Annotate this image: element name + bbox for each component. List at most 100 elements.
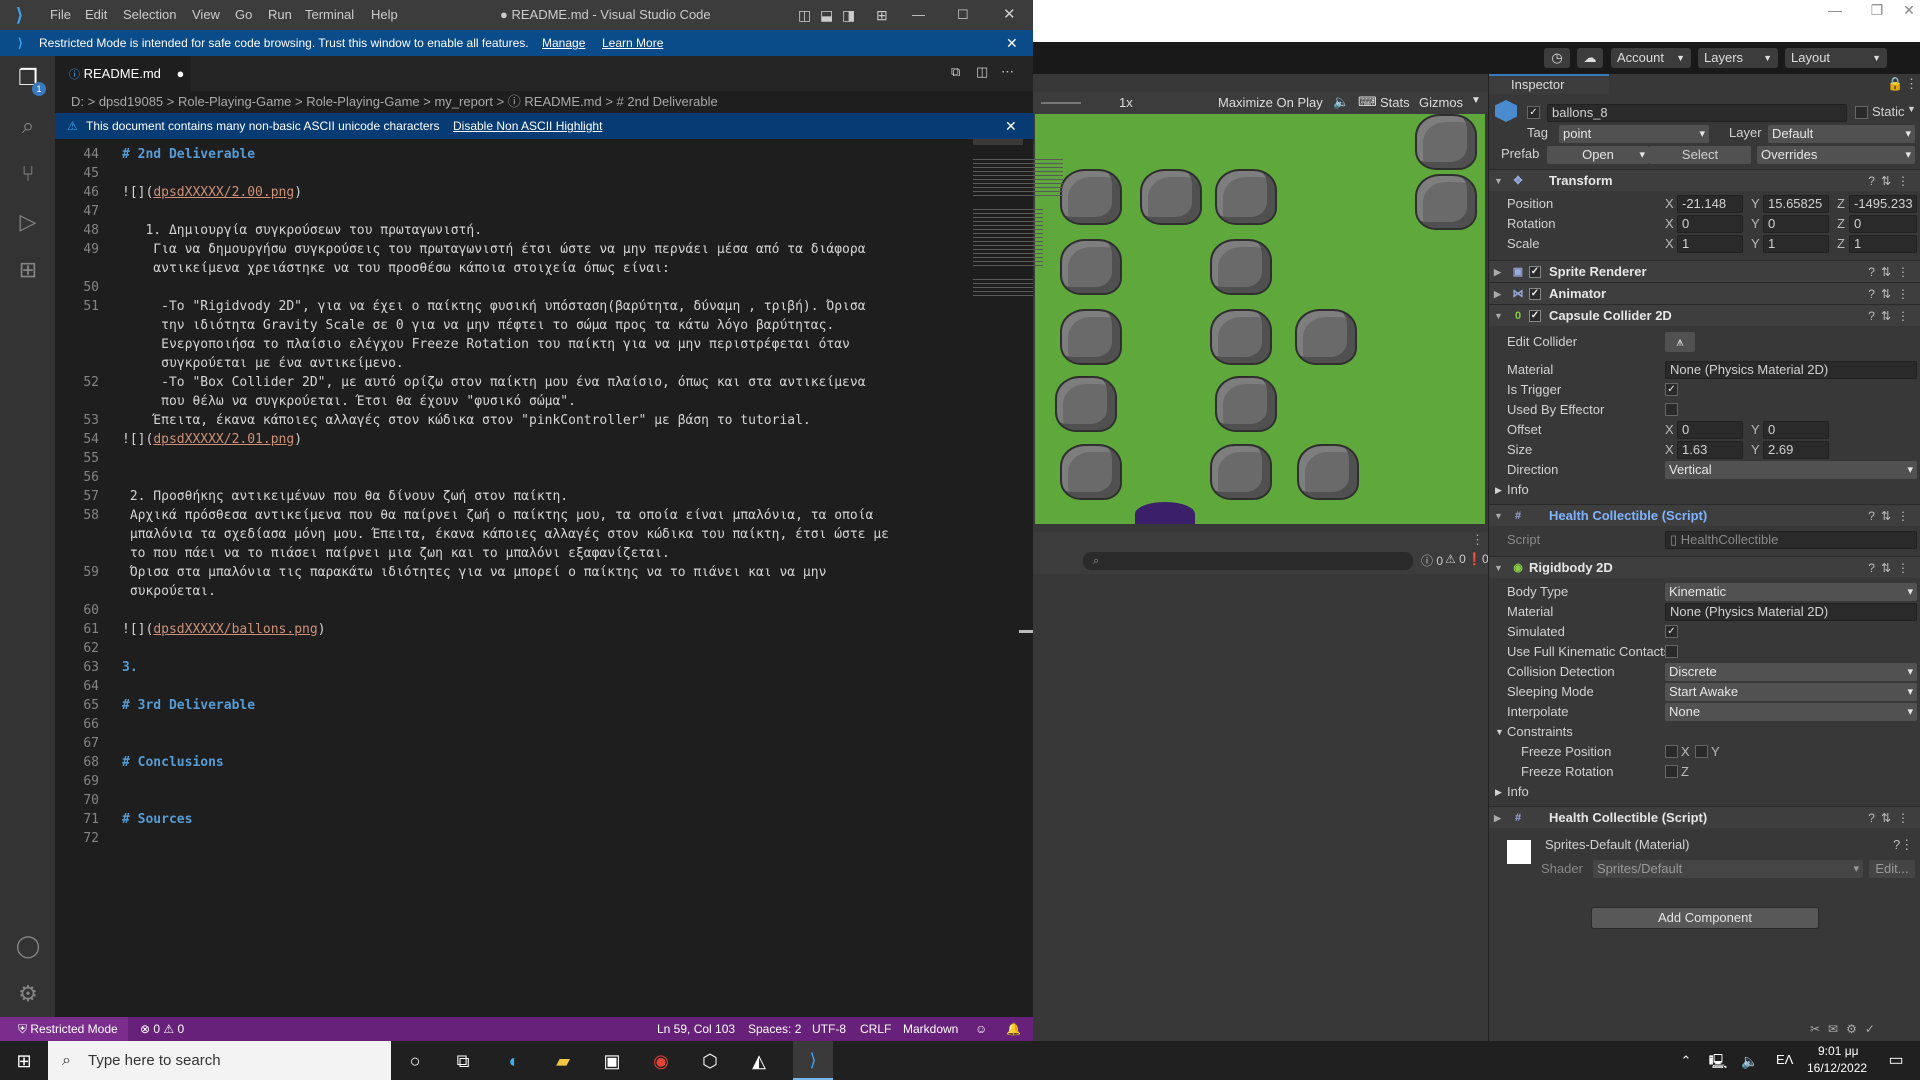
component-tools-icon[interactable]: ?⇅⋮: [1868, 557, 1915, 579]
notifications-icon[interactable]: 🔔: [1006, 1017, 1021, 1041]
info-count[interactable]: ⓘ 0: [1421, 552, 1443, 569]
stats-toggle[interactable]: Stats: [1380, 95, 1410, 110]
code-line[interactable]: -Το "Rigidvody 2D", για να έχει ο παίκτη…: [122, 299, 865, 314]
position-x-field[interactable]: -21.148: [1677, 195, 1743, 213]
toggle-secondary-sidebar-icon[interactable]: ◨: [842, 0, 855, 30]
encoding-status[interactable]: UTF-8: [812, 1017, 846, 1041]
rotation-y-field[interactable]: 0: [1763, 215, 1829, 233]
layout-dropdown[interactable]: Layout ▼: [1785, 48, 1887, 68]
split-editor-icon[interactable]: ◫: [976, 64, 988, 80]
maximize-on-play-toggle[interactable]: Maximize On Play: [1218, 95, 1323, 110]
clock-time[interactable]: 9:01 μμ: [1818, 1044, 1859, 1058]
close-icon[interactable]: ✕: [1006, 30, 1018, 56]
account-dropdown[interactable]: Account ▼: [1611, 48, 1691, 68]
scrollbar-thumb[interactable]: [1019, 630, 1033, 633]
chrome-icon[interactable]: ◉: [647, 1047, 675, 1075]
indentation-status[interactable]: Spaces: 2: [748, 1017, 801, 1041]
prefab-overrides-dropdown[interactable]: Overrides: [1757, 146, 1915, 164]
disable-highlight-link[interactable]: Disable Non ASCII Highlight: [453, 113, 602, 139]
menu-dots-icon[interactable]: ⋮: [1905, 76, 1918, 92]
customize-layout-icon[interactable]: ⊞: [876, 0, 888, 30]
shader-edit-button[interactable]: Edit...: [1869, 860, 1915, 878]
scale-y-field[interactable]: 1: [1763, 235, 1829, 253]
rotation-z-field[interactable]: 0: [1849, 215, 1917, 233]
feedback-icon[interactable]: ☺: [975, 1017, 987, 1041]
cloud-icon[interactable]: ☁: [1577, 48, 1603, 68]
size-y-field[interactable]: 2.69: [1763, 441, 1829, 459]
cursor-position-status[interactable]: Ln 59, Col 103: [657, 1017, 735, 1041]
menu-view[interactable]: View: [192, 0, 220, 30]
capsule-collider-header[interactable]: ▼ 0 ✓ Capsule Collider 2D ?⇅⋮: [1489, 304, 1920, 326]
position-y-field[interactable]: 15.65825: [1763, 195, 1829, 213]
add-component-button[interactable]: Add Component: [1591, 907, 1819, 929]
freeze-rotation-z-checkbox[interactable]: [1665, 765, 1678, 778]
extensions-icon[interactable]: ⊞: [14, 256, 42, 284]
material-field[interactable]: None (Physics Material 2D): [1665, 361, 1917, 379]
info-foldout[interactable]: ▶ Info: [1489, 480, 1920, 500]
code-line[interactable]: Ενεργοποιήσα το πλαίσιο ελέγχου Freeze R…: [122, 337, 850, 352]
component-enabled-checkbox[interactable]: ✓: [1529, 288, 1541, 300]
code-line[interactable]: την ιδιότητα Gravity Scale σε 0 για να μ…: [122, 318, 834, 333]
code-line[interactable]: 2. Προσθήκης αντικειμένων που θα δίνουν …: [122, 489, 568, 504]
code-line[interactable]: Αρχικά πρόσθεσα αντικείμενα που θα παίρν…: [122, 508, 874, 523]
gizmos-dropdown-icon[interactable]: ▼: [1471, 95, 1481, 106]
rigidbody-header[interactable]: ▼ ◉ Rigidbody 2D ?⇅⋮: [1489, 556, 1920, 578]
position-z-field[interactable]: -1495.233: [1849, 195, 1917, 213]
clock-date[interactable]: 16/12/2022: [1807, 1061, 1867, 1075]
accounts-icon[interactable]: ◯: [14, 932, 42, 960]
fold-icon[interactable]: ▼: [1494, 170, 1503, 192]
object-name-field[interactable]: ballons_8: [1547, 104, 1847, 122]
vscode-taskbar-icon[interactable]: ⟩: [793, 1041, 833, 1080]
error-count[interactable]: ❗0: [1467, 552, 1489, 566]
code-line[interactable]: Έπειτα, έκανα κάποιες αλλαγές στον κώδικ…: [122, 413, 810, 428]
constraints-foldout[interactable]: ▼ Constraints: [1489, 722, 1920, 742]
file-explorer-icon[interactable]: ▰: [549, 1047, 577, 1075]
code-line[interactable]: συγκρούεται με ένα αντικείμενο.: [122, 356, 404, 371]
problems-status[interactable]: ⊗ 0 ⚠ 0: [140, 1017, 184, 1041]
direction-dropdown[interactable]: Vertical: [1665, 461, 1917, 479]
code-line[interactable]: Για να δημουργήσω συγκρούσεις του πρωταγ…: [122, 242, 865, 257]
unity-editor-icon[interactable]: ◭: [745, 1047, 773, 1075]
run-debug-icon[interactable]: ▷: [14, 208, 42, 236]
code-line[interactable]: Όρισα στα μπαλόνια τις παρακάτω ιδιότητε…: [122, 565, 827, 580]
menu-edit[interactable]: Edit: [85, 0, 107, 30]
menu-dots-icon[interactable]: ⋮: [1471, 532, 1484, 548]
shader-dropdown[interactable]: Sprites/Default: [1593, 860, 1863, 878]
transform-header[interactable]: ▼ ✥ Transform ?⇅⋮: [1489, 169, 1920, 191]
rb-info-foldout[interactable]: ▶ Info: [1489, 782, 1920, 802]
freeze-position-y-checkbox[interactable]: [1695, 745, 1708, 758]
minimize-icon[interactable]: —: [912, 0, 925, 30]
menu-run[interactable]: Run: [268, 0, 292, 30]
material-tools-icon[interactable]: ?⋮: [1893, 837, 1913, 853]
freeze-position-x-checkbox[interactable]: [1665, 745, 1678, 758]
gizmos-toggle[interactable]: Gizmos: [1419, 95, 1463, 110]
keyboard-icon[interactable]: ⌨: [1358, 94, 1377, 110]
tag-dropdown[interactable]: point: [1559, 125, 1709, 143]
sleeping-dropdown[interactable]: Start Awake: [1665, 683, 1917, 701]
windows-start-icon[interactable]: ⊞: [10, 1047, 38, 1075]
component-tools-icon[interactable]: ?⇅⋮: [1868, 170, 1915, 192]
code-line[interactable]: συκρούεται.: [122, 584, 216, 599]
notification-center-icon[interactable]: ▭: [1882, 1047, 1910, 1075]
close-icon[interactable]: ✕: [1898, 0, 1920, 20]
scale-z-field[interactable]: 1: [1849, 235, 1917, 253]
used-by-effector-checkbox[interactable]: [1665, 403, 1678, 416]
language-status[interactable]: Markdown: [903, 1017, 958, 1041]
eol-status[interactable]: CRLF: [860, 1017, 891, 1041]
sprite-renderer-header[interactable]: ▶ ▣ ✓ Sprite Renderer ?⇅⋮: [1489, 260, 1920, 282]
store-icon[interactable]: ▣: [598, 1047, 626, 1075]
unity-hub-icon[interactable]: ⬡: [696, 1047, 724, 1075]
scale-slider[interactable]: [1041, 102, 1081, 104]
fold-icon[interactable]: ▼: [1494, 505, 1503, 527]
fold-icon[interactable]: ▶: [1495, 480, 1502, 500]
animator-header[interactable]: ▶ ⋈ ✓ Animator ?⇅⋮: [1489, 282, 1920, 304]
editor-area[interactable]: 44 # 2nd Deliverable 45 46 ![](dpsdXXXXX/2.0…: [55, 139, 1063, 1017]
full-kinematic-checkbox[interactable]: [1665, 645, 1678, 658]
warning-count[interactable]: ⚠ 0: [1445, 552, 1466, 566]
game-view[interactable]: [1035, 114, 1485, 524]
interpolate-dropdown[interactable]: None: [1665, 703, 1917, 721]
history-icon[interactable]: ◷: [1544, 48, 1570, 68]
minimap[interactable]: [973, 139, 1073, 299]
fold-icon[interactable]: ▶: [1494, 807, 1501, 829]
component-tools-icon[interactable]: ?⇅⋮: [1868, 261, 1915, 283]
